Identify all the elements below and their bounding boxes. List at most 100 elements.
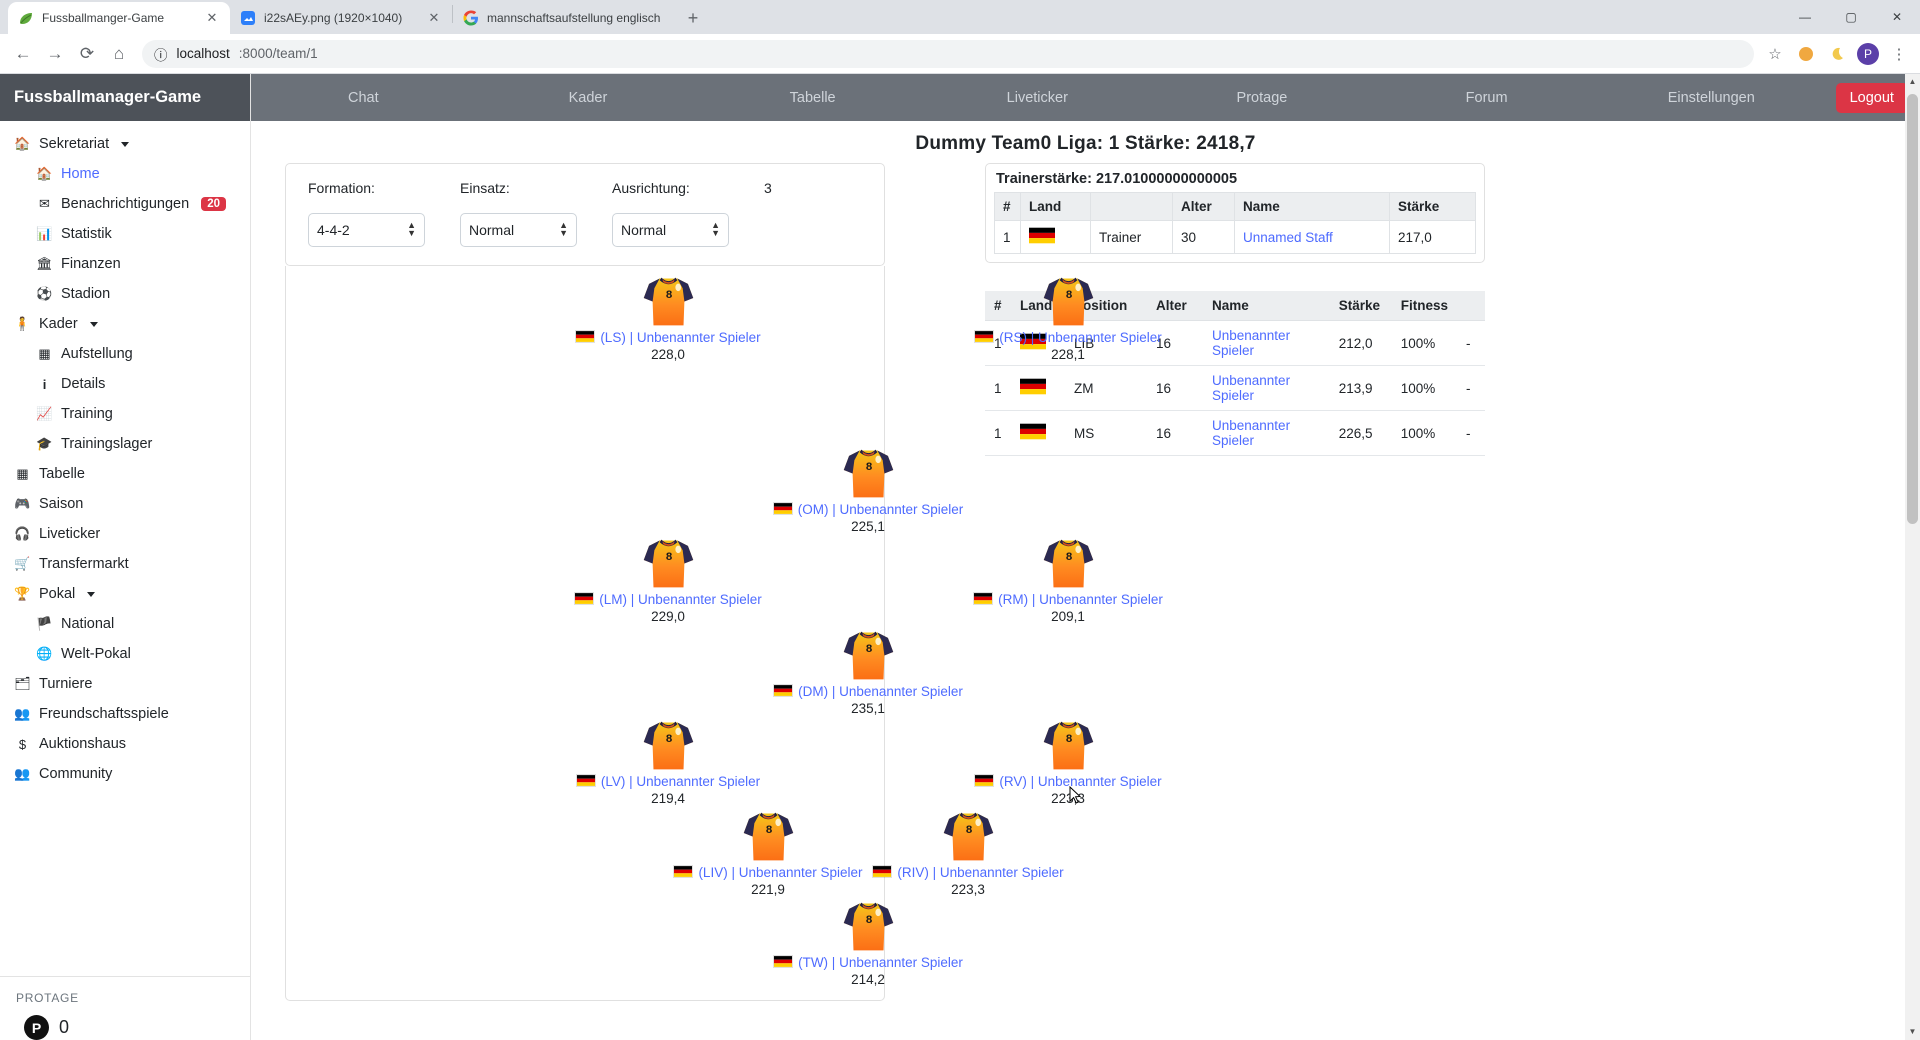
pitch-player-rs[interactable]: 8 (RS) | Unbenannter Spieler 228,1 — [953, 274, 1183, 362]
sidebar-item-community[interactable]: 👥 Community — [0, 759, 250, 789]
address-bar[interactable]: ⓘ localhost:8000/team/1 — [142, 39, 1754, 68]
player-name-line[interactable]: (RIV) | Unbenannter Spieler — [853, 864, 1083, 882]
sidebar-item-training[interactable]: 📈 Training — [0, 399, 250, 429]
pitch-formation-area[interactable]: 8 (LS) | Unbenannter Spieler 228,0 8 (RS) | … — [285, 266, 1163, 1001]
pitch-player-liv[interactable]: 8 (LIV) | Unbenannter Spieler 221,9 — [653, 809, 883, 897]
pitch-player-rm[interactable]: 8 (RM) | Unbenannter Spieler 209,1 — [953, 536, 1183, 624]
sidebar-item-label: Pokal — [39, 586, 76, 602]
player-name-line[interactable]: (RS) | Unbenannter Spieler — [953, 329, 1183, 347]
trainer-name-link[interactable]: Unnamed Staff — [1234, 220, 1390, 254]
pitch-player-lv[interactable]: 8 (LV) | Unbenannter Spieler 219,4 — [553, 718, 783, 806]
vertical-scrollbar[interactable]: ▲ ▼ — [1905, 74, 1920, 1040]
player-name-line[interactable]: (LM) | Unbenannter Spieler — [553, 591, 783, 609]
sidebar-item-national[interactable]: 🏴 National — [0, 609, 250, 639]
sidebar-item-benachrichtigungen[interactable]: ✉ Benachrichtigungen 20 — [0, 189, 250, 219]
player-name-line[interactable]: (LIV) | Unbenannter Spieler — [653, 864, 883, 882]
close-icon[interactable]: ✕ — [426, 10, 442, 26]
new-tab-button[interactable]: + — [679, 4, 707, 32]
pitch-player-om[interactable]: 8 (OM) | Unbenannter Spieler 225,1 — [753, 446, 983, 534]
topnav-einstellungen[interactable]: Einstellungen — [1599, 90, 1824, 106]
browser-tab-1[interactable]: Fussballmanger-Game ✕ — [8, 2, 230, 34]
topnav-protage[interactable]: Protage — [1150, 90, 1375, 106]
sidebar-item-home[interactable]: 🏠 Home — [0, 159, 250, 189]
sidebar-item-label: Welt-Pokal — [61, 646, 131, 662]
sidebar-item-turniere[interactable]: 🗂 Turniere — [0, 669, 250, 699]
sidebar-item-freundschaftsspiele[interactable]: 👥 Freundschaftsspiele — [0, 699, 250, 729]
scrollbar-thumb[interactable] — [1907, 94, 1918, 524]
site-info-icon[interactable]: ⓘ — [154, 44, 168, 64]
topnav-liveticker[interactable]: Liveticker — [925, 90, 1150, 106]
browser-tab-2[interactable]: i22sAEy.png (1920×1040) ✕ — [230, 2, 452, 34]
player-name-line[interactable]: (LS) | Unbenannter Spieler — [553, 329, 783, 347]
player-name-line[interactable]: (RV) | Unbenannter Spieler — [953, 773, 1183, 791]
close-window-button[interactable]: ✕ — [1874, 0, 1920, 34]
player-name-line[interactable]: (OM) | Unbenannter Spieler — [753, 501, 983, 519]
table-row[interactable]: 1 ZM 16 Unbenannter Spieler 213,9 100% - — [985, 365, 1485, 411]
profile-avatar[interactable]: P — [1855, 41, 1881, 67]
topnav-kader[interactable]: Kader — [476, 90, 701, 106]
player-name-line[interactable]: (LV) | Unbenannter Spieler — [553, 773, 783, 791]
player-strength: 214,2 — [851, 971, 885, 987]
squad-name-link[interactable]: Unbenannter Spieler — [1203, 365, 1330, 411]
pitch-player-dm[interactable]: 8 (DM) | Unbenannter Spieler 235,1 — [753, 628, 983, 716]
topnav-tabelle[interactable]: Tabelle — [700, 90, 925, 106]
sidebar-item-tabelle[interactable]: ▦ Tabelle — [0, 459, 250, 489]
player-name-line[interactable]: (RM) | Unbenannter Spieler — [953, 591, 1183, 609]
forward-icon[interactable]: → — [40, 39, 70, 69]
topnav-forum[interactable]: Forum — [1374, 90, 1599, 106]
sidebar-item-transfermarkt[interactable]: 🛒 Transfermarkt — [0, 549, 250, 579]
table-icon: ▦ — [16, 466, 29, 481]
pitch-player-ls[interactable]: 8 (LS) | Unbenannter Spieler 228,0 — [553, 274, 783, 362]
squad-name-link[interactable]: Unbenannter Spieler — [1203, 320, 1330, 366]
sidebar-item-label: Training — [61, 406, 113, 422]
pitch-player-rv[interactable]: 8 (RV) | Unbenannter Spieler 223,3 — [953, 718, 1183, 806]
sidebar-item-stadion[interactable]: ⚽ Stadion — [0, 279, 250, 309]
formation-select[interactable]: 4-4-2 ▲ ▼ — [308, 213, 425, 247]
theme-moon-icon[interactable] — [1824, 41, 1850, 67]
sidebar-item-kader[interactable]: 🧍 Kader — [0, 309, 250, 339]
browser-menu-icon[interactable]: ⋮ — [1886, 41, 1912, 67]
sidebar-item-statistik[interactable]: 📊 Statistik — [0, 219, 250, 249]
sidebar-item-liveticker[interactable]: 🎧 Liveticker — [0, 519, 250, 549]
scroll-up-icon[interactable]: ▲ — [1905, 74, 1920, 90]
sidebar-item-saison[interactable]: 🎮 Saison — [0, 489, 250, 519]
sidebar: Fussballmanager-Game 🏠 Sekretariat 🏠 Hom… — [0, 74, 251, 1040]
player-name-line[interactable]: (TW) | Unbenannter Spieler — [753, 954, 983, 972]
minimize-button[interactable]: — — [1782, 0, 1828, 34]
player-name-line[interactable]: (DM) | Unbenannter Spieler — [753, 683, 983, 701]
einsatz-select[interactable]: Normal ▲ ▼ — [460, 213, 577, 247]
back-icon[interactable]: ← — [8, 39, 38, 69]
reload-icon[interactable]: ⟳ — [72, 39, 102, 69]
pitch-player-riv[interactable]: 8 (RIV) | Unbenannter Spieler 223,3 — [853, 809, 1083, 897]
home-icon[interactable]: ⌂ — [104, 39, 134, 69]
sidebar-item-auktionshaus[interactable]: $ Auktionshaus — [0, 729, 250, 759]
sidebar-item-sekretariat[interactable]: 🏠 Sekretariat — [0, 129, 250, 159]
pitch-player-tw[interactable]: 8 (TW) | Unbenannter Spieler 214,2 — [753, 899, 983, 987]
squad-name-link[interactable]: Unbenannter Spieler — [1203, 410, 1330, 456]
sidebar-item-welt-pokal[interactable]: 🌐 Welt-Pokal — [0, 639, 250, 669]
bookmark-star-icon[interactable]: ☆ — [1762, 41, 1788, 67]
sidebar-item-finanzen[interactable]: 🏛 Finanzen — [0, 249, 250, 279]
squad-age: 16 — [1147, 365, 1203, 411]
main-content: Chat Kader Tabelle Liveticker Protage Fo… — [251, 74, 1920, 1040]
sidebar-item-trainingslager[interactable]: 🎓 Trainingslager — [0, 429, 250, 459]
extension-puzzle-icon[interactable] — [1793, 41, 1819, 67]
browser-tab-1-title: Fussballmanger-Game — [42, 11, 165, 25]
close-icon[interactable]: ✕ — [204, 10, 220, 26]
sidebar-item-pokal[interactable]: 🏆 Pokal — [0, 579, 250, 609]
cart-icon: 🛒 — [14, 556, 31, 571]
maximize-button[interactable]: ▢ — [1828, 0, 1874, 34]
ausrichtung-select[interactable]: Normal ▲ ▼ — [612, 213, 729, 247]
table-row[interactable]: 1 MS 16 Unbenannter Spieler 226,5 100% - — [985, 410, 1485, 456]
pitch-player-lm[interactable]: 8 (LM) | Unbenannter Spieler 229,0 — [553, 536, 783, 624]
topnav-chat[interactable]: Chat — [251, 90, 476, 106]
sidebar-item-details[interactable]: i Details — [0, 369, 250, 399]
trainer-col-num: # — [994, 192, 1021, 221]
jersey-icon: 8 — [843, 449, 893, 498]
sidebar-item-label: Freundschaftsspiele — [39, 706, 169, 722]
table-row[interactable]: 1 Trainer 30 Unnamed Staff 217,0 — [994, 220, 1476, 254]
logout-button[interactable]: Logout — [1835, 82, 1908, 113]
browser-tab-3[interactable]: mannschaftsaufstellung englisch — [453, 2, 675, 34]
sidebar-item-aufstellung[interactable]: ▦ Aufstellung — [0, 339, 250, 369]
scroll-down-icon[interactable]: ▼ — [1905, 1024, 1920, 1040]
